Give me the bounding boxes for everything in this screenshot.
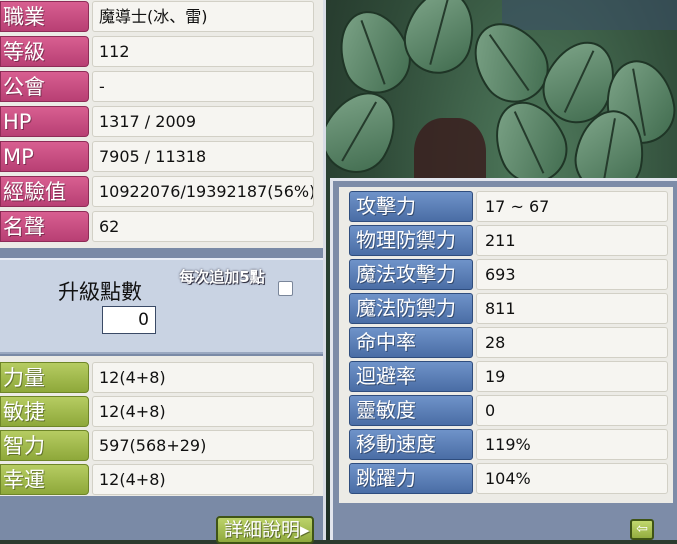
label-hands: 靈敏度: [349, 395, 473, 426]
label-avoidability: 迴避率: [349, 361, 473, 392]
ability-points-label: 升級點數: [58, 280, 142, 304]
label-magic-def: 魔法防禦力: [349, 293, 473, 324]
label-dex: 敏捷: [0, 396, 89, 427]
label-exp: 經驗值: [0, 176, 89, 207]
basic-info-section: 職業 魔導士(冰、雷) 等級 112 公會 - HP 1317 / 2009 M…: [0, 0, 323, 248]
label-jump: 跳躍力: [349, 463, 473, 494]
background-window-edge: [502, 0, 677, 30]
value-hp: 1317 / 2009: [92, 106, 314, 137]
label-int: 智力: [0, 430, 89, 461]
label-magic-attack: 魔法攻擊力: [349, 259, 473, 290]
auto-assign-checkbox[interactable]: [278, 281, 293, 296]
main-stats-section: 力量 12(4+8) 敏捷 12(4+8) 智力 597(568+29) 幸運 …: [0, 356, 323, 496]
value-avoidability: 19: [476, 361, 668, 392]
value-hands: 0: [476, 395, 668, 426]
value-magic-attack: 693: [476, 259, 668, 290]
value-accuracy: 28: [476, 327, 668, 358]
detail-stat-window: 攻擊力 17 ~ 67 物理防禦力 211 魔法攻擊力 693 魔法防禦力 81…: [330, 178, 677, 540]
value-int: 597(568+29): [92, 430, 314, 461]
leaf-decoration: [326, 78, 411, 186]
value-attack: 17 ~ 67: [476, 191, 668, 222]
value-mp: 7905 / 11318: [92, 141, 314, 172]
label-fame: 名聲: [0, 211, 89, 242]
label-guild: 公會: [0, 71, 89, 102]
value-jump: 104%: [476, 463, 668, 494]
value-speed: 119%: [476, 429, 668, 460]
label-luk: 幸運: [0, 464, 89, 495]
value-job: 魔導士(冰、雷): [92, 1, 314, 32]
label-mp: MP: [0, 141, 89, 172]
value-weapon-def: 211: [476, 225, 668, 256]
detail-stats-section: 攻擊力 17 ~ 67 物理防禦力 211 魔法攻擊力 693 魔法防禦力 81…: [339, 187, 673, 503]
value-magic-def: 811: [476, 293, 668, 324]
label-weapon-def: 物理防禦力: [349, 225, 473, 256]
label-job: 職業: [0, 1, 89, 32]
value-luk: 12(4+8): [92, 464, 314, 495]
value-level: 112: [92, 36, 314, 67]
value-fame: 62: [92, 211, 314, 242]
ability-points-value: 0: [102, 306, 156, 334]
back-arrow-icon[interactable]: ⇦: [630, 519, 654, 540]
ability-points-section: 升級點數 0 每次追加5點: [0, 258, 323, 354]
character-stat-window: 職業 魔導士(冰、雷) 等級 112 公會 - HP 1317 / 2009 M…: [0, 0, 326, 544]
auto-assign-label: 每次追加5點: [179, 268, 265, 286]
label-hp: HP: [0, 106, 89, 137]
value-guild: -: [92, 71, 314, 102]
value-exp: 10922076/19392187(56%): [92, 176, 314, 207]
label-str: 力量: [0, 362, 89, 393]
label-level: 等級: [0, 36, 89, 67]
label-attack: 攻擊力: [349, 191, 473, 222]
label-speed: 移動速度: [349, 429, 473, 460]
chevron-right-icon: ▸: [300, 519, 310, 541]
detail-button-label: 詳細說明: [224, 519, 301, 541]
value-str: 12(4+8): [92, 362, 314, 393]
value-dex: 12(4+8): [92, 396, 314, 427]
label-accuracy: 命中率: [349, 327, 473, 358]
